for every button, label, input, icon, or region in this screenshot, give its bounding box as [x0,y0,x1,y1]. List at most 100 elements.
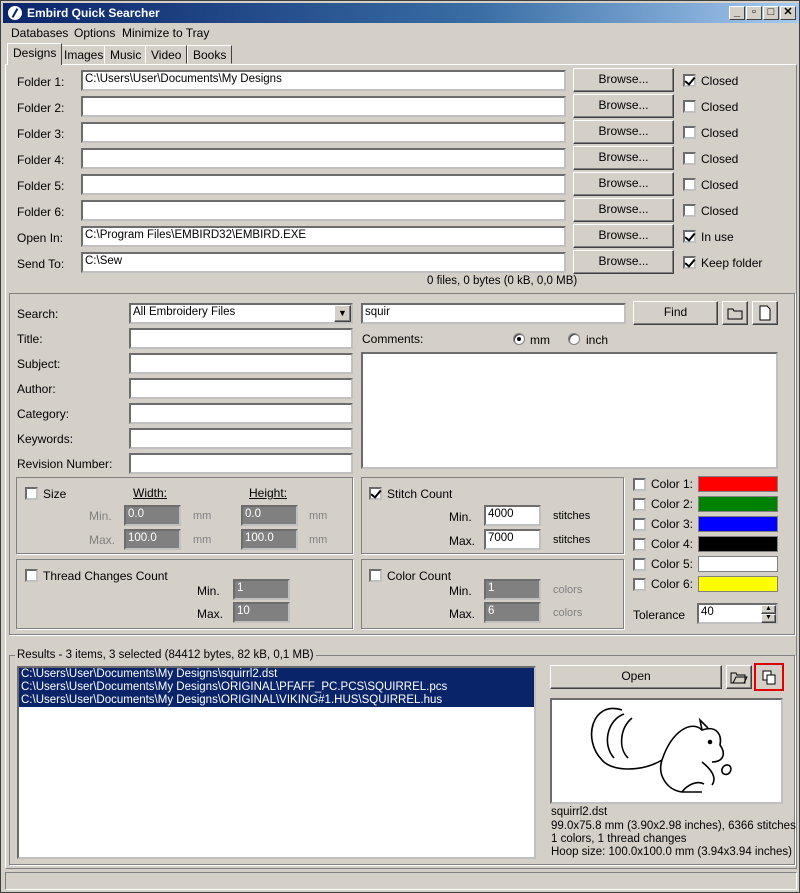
folder-path-field[interactable] [81,96,566,117]
color-checkbox[interactable] [633,498,646,511]
size-min-label: Min. [89,509,112,523]
folder-option-checkbox[interactable] [683,126,696,139]
unit-mm-radio[interactable] [513,333,525,345]
size-checkbox[interactable] [25,487,38,500]
folder-label: Folder 5: [17,179,65,193]
color-count-min-unit: colors [553,584,583,596]
folder-path-field[interactable]: C:\Sew [81,252,566,273]
color-count-max-field[interactable]: 6 [484,602,541,623]
width-max-field[interactable]: 100.0 [124,529,181,550]
folder-option-checkbox[interactable] [683,204,696,217]
browse-button[interactable]: Browse... [573,120,674,144]
folder-option-checkbox[interactable] [683,74,696,87]
info-hoop: Hoop size: 100.0x100.0 mm (3.94x3.94 inc… [551,846,792,858]
meta-field-input[interactable] [129,378,353,399]
tab-designs[interactable]: Designs [7,43,63,65]
menu-databases[interactable]: Databases [11,26,68,40]
height-max-field[interactable]: 100.0 [241,529,298,550]
meta-field-input[interactable] [129,428,353,449]
folder-path-field[interactable]: C:\Users\User\Documents\My Designs [81,70,566,91]
color-swatch[interactable] [698,576,778,592]
color-swatch[interactable] [698,496,778,512]
color-swatch[interactable] [698,516,778,532]
menu-minimize-to-tray[interactable]: Minimize to Tray [122,26,209,40]
new-document-icon[interactable] [752,301,778,325]
meta-field-input[interactable] [129,353,353,374]
spin-up-icon[interactable]: ▲ [761,605,776,614]
color-checkbox[interactable] [633,558,646,571]
folder-option-checkbox[interactable] [683,100,696,113]
menu-options[interactable]: Options [74,26,115,40]
color-count-checkbox[interactable] [369,569,382,582]
color-swatch[interactable] [698,536,778,552]
file-type-select[interactable]: All Embroidery Files [129,303,353,324]
thread-changes-checkbox[interactable] [25,569,38,582]
folder-label: Open In: [17,231,64,245]
meta-field-input[interactable] [129,328,353,349]
comments-textarea[interactable] [361,352,778,469]
folder-path-field[interactable] [81,148,566,169]
copy-icon[interactable] [754,663,784,691]
open-folder-icon[interactable] [726,665,752,689]
color-count-label: Color Count [387,569,452,583]
folder-label: Folder 6: [17,205,65,219]
stitch-count-checkbox[interactable] [369,487,382,500]
list-item[interactable]: C:\Users\User\Documents\My Designs\ORIGI… [19,681,534,694]
browse-button[interactable]: Browse... [573,250,674,274]
browse-button[interactable]: Browse... [573,198,674,222]
color-checkbox[interactable] [633,518,646,531]
folder-path-field[interactable] [81,174,566,195]
open-button[interactable]: Open [550,665,722,689]
restore-button[interactable]: ▫ [746,6,762,20]
folder-path-field[interactable] [81,122,566,143]
chevron-down-icon[interactable]: ▼ [334,305,351,322]
unit-inch-radio[interactable] [568,333,580,345]
meta-field-input[interactable] [129,453,353,474]
browse-button[interactable]: Browse... [573,94,674,118]
folder-option-checkbox[interactable] [683,178,696,191]
list-item[interactable]: C:\Users\User\Documents\My Designs\squir… [19,668,534,681]
color-count-min-field[interactable]: 1 [484,579,541,600]
spin-down-icon[interactable]: ▼ [761,614,776,623]
find-button[interactable]: Find [633,301,718,325]
folder-option-label: Closed [701,178,739,192]
thread-min-field[interactable]: 1 [233,579,290,600]
maximize-button[interactable]: □ [763,6,779,20]
title-bar[interactable]: Embird Quick Searcher _ ▫ □ ✕ [3,3,799,23]
thread-max-field[interactable]: 10 [233,602,290,623]
thread-min-label: Min. [197,584,220,598]
color-swatch[interactable] [698,476,778,492]
close-button[interactable]: ✕ [780,6,796,20]
list-item[interactable]: C:\Users\User\Documents\My Designs\ORIGI… [19,694,534,707]
color-checkbox[interactable] [633,538,646,551]
folder-option-checkbox[interactable] [683,230,696,243]
minimize-button[interactable]: _ [729,6,745,20]
folder-label: Folder 3: [17,127,65,141]
stitch-max-field[interactable]: 7000 [484,529,541,550]
folder-option-checkbox[interactable] [683,256,696,269]
folder-icon[interactable] [722,301,748,325]
tab-video[interactable]: Video [145,45,188,64]
search-input[interactable]: squir [361,303,626,324]
folder-path-field[interactable] [81,200,566,221]
results-list[interactable]: C:\Users\User\Documents\My Designs\squir… [17,666,536,859]
browse-button[interactable]: Browse... [573,172,674,196]
folder-path-field[interactable]: C:\Program Files\EMBIRD32\EMBIRD.EXE [81,226,566,247]
folder-option-checkbox[interactable] [683,152,696,165]
folder-option-label: Closed [701,126,739,140]
browse-button[interactable]: Browse... [573,146,674,170]
meta-field-input[interactable] [129,403,353,424]
thread-changes-label: Thread Changes Count [43,569,168,583]
color-checkbox[interactable] [633,578,646,591]
color-checkbox[interactable] [633,478,646,491]
browse-button[interactable]: Browse... [573,68,674,92]
browse-button[interactable]: Browse... [573,224,674,248]
width-min-field[interactable]: 0.0 [124,505,181,526]
height-min-field[interactable]: 0.0 [241,505,298,526]
tab-books[interactable]: Books [187,45,233,64]
folder-option-label: Closed [701,204,739,218]
color-swatch[interactable] [698,556,778,572]
stitch-min-field[interactable]: 4000 [484,505,541,526]
tab-music[interactable]: Music [104,45,148,64]
tab-images[interactable]: Images [58,45,110,64]
